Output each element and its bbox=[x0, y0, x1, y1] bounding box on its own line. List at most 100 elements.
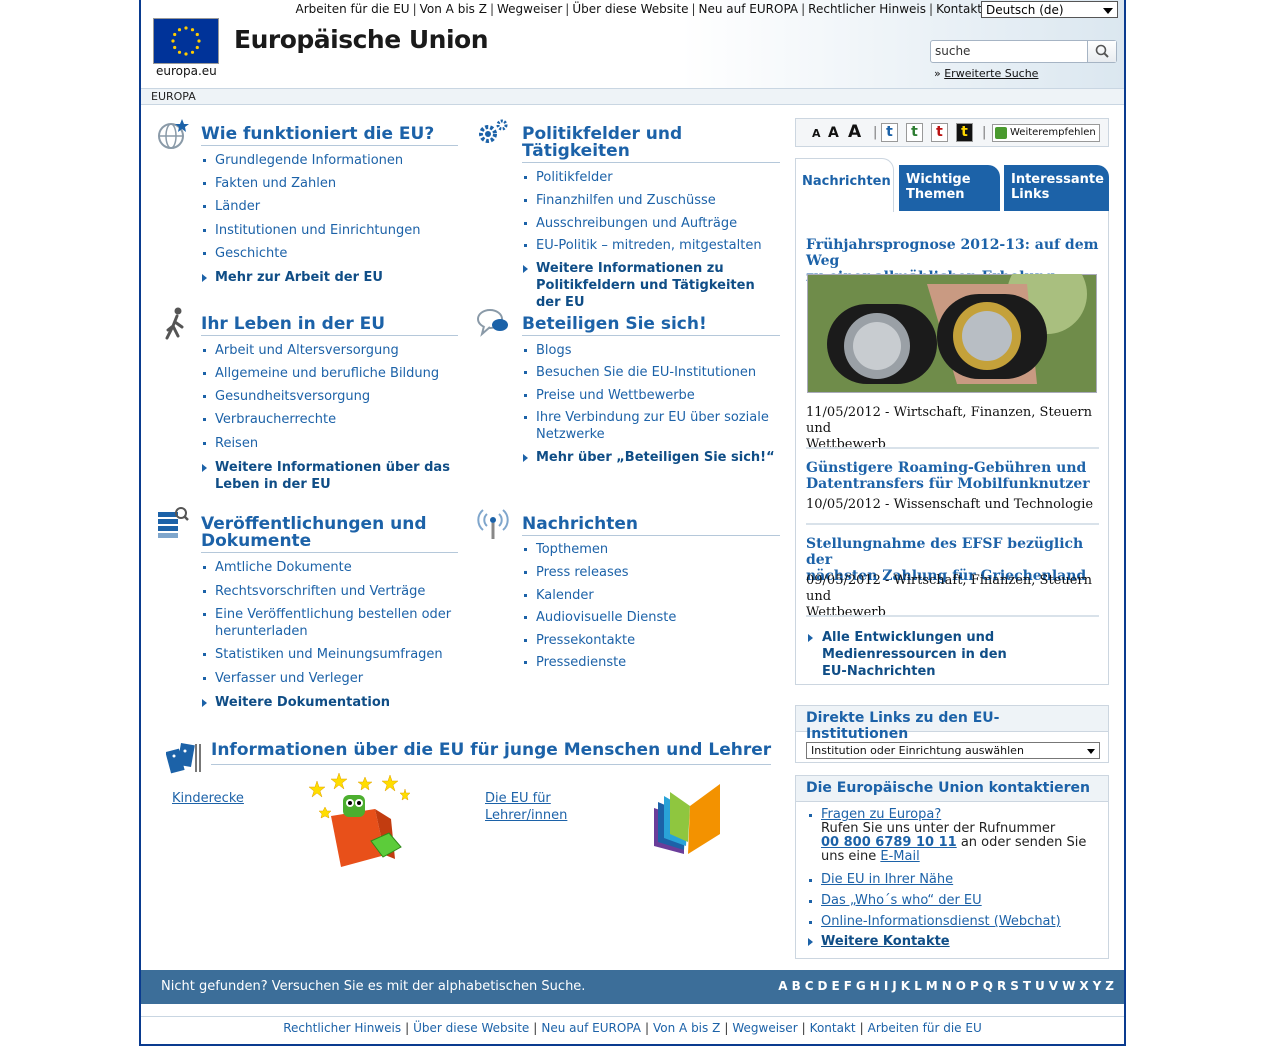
tab-interesting-links[interactable]: Interessante Links bbox=[1004, 165, 1109, 211]
section-title[interactable]: Beteiligen Sie sich! bbox=[522, 316, 780, 336]
letter-link[interactable]: W bbox=[1062, 979, 1075, 993]
list-item[interactable]: Topthemen bbox=[522, 541, 782, 558]
recommend-button[interactable]: Weiterempfehlen bbox=[992, 124, 1100, 142]
letter-link[interactable]: E bbox=[832, 979, 840, 993]
contrast-red-button[interactable]: t bbox=[931, 123, 948, 142]
letter-link[interactable]: J bbox=[892, 979, 896, 993]
letter-link[interactable]: Z bbox=[1105, 979, 1114, 993]
letter-link[interactable]: L bbox=[914, 979, 922, 993]
list-item[interactable]: Institutionen und Einrichtungen bbox=[201, 222, 458, 239]
list-item[interactable]: Fakten und Zahlen bbox=[201, 175, 458, 192]
letter-link[interactable]: H bbox=[870, 979, 880, 993]
letter-link[interactable]: R bbox=[997, 979, 1006, 993]
list-item[interactable]: Gesundheitsversorgung bbox=[201, 388, 458, 405]
list-item[interactable]: Finanzhilfen und Zuschüsse bbox=[522, 192, 782, 209]
letter-link[interactable]: K bbox=[901, 979, 910, 993]
letter-link[interactable]: C bbox=[805, 979, 814, 993]
letter-link[interactable]: T bbox=[1023, 979, 1031, 993]
email-link[interactable]: E-Mail bbox=[880, 849, 919, 864]
letter-link[interactable]: P bbox=[970, 979, 979, 993]
list-item[interactable]: Preise und Wettbewerbe bbox=[522, 387, 782, 404]
top-link[interactable]: Von A bis Z bbox=[420, 2, 487, 16]
list-item[interactable]: Verfasser und Verleger bbox=[201, 670, 458, 687]
advanced-search-link[interactable]: Erweiterte Suche bbox=[944, 67, 1038, 80]
letter-link[interactable]: U bbox=[1035, 979, 1045, 993]
kids-corner-link[interactable]: Kinderecke bbox=[172, 790, 244, 807]
footer-link[interactable]: Rechtlicher Hinweis bbox=[283, 1021, 401, 1035]
list-item[interactable]: Eine Veröffentlichung bestellen oder heru… bbox=[201, 606, 458, 640]
more-link[interactable]: Mehr zur Arbeit der EU bbox=[201, 269, 458, 286]
list-item[interactable]: Pressedienste bbox=[522, 654, 782, 671]
list-item[interactable]: Verbraucherrechte bbox=[201, 411, 458, 428]
letter-link[interactable]: B bbox=[792, 979, 801, 993]
list-item[interactable]: Rechtsvorschriften und Verträge bbox=[201, 583, 458, 600]
footer-link[interactable]: Wegweiser bbox=[732, 1021, 797, 1035]
more-link[interactable]: Weitere Informationen über das Leben in d… bbox=[201, 459, 458, 493]
font-size-medium-button[interactable]: A bbox=[828, 125, 839, 141]
letter-link[interactable]: S bbox=[1010, 979, 1019, 993]
list-item[interactable]: EU-Politik – mitreden, mitgestalten bbox=[522, 237, 782, 254]
footer-link[interactable]: Von A bis Z bbox=[653, 1021, 720, 1035]
breadcrumb[interactable]: EUROPA bbox=[141, 88, 1124, 105]
section-title[interactable]: Wie funktioniert die EU? bbox=[201, 126, 458, 146]
font-size-large-button[interactable]: A bbox=[848, 122, 861, 142]
list-item[interactable]: Amtliche Dokumente bbox=[201, 559, 458, 576]
list-item[interactable]: Arbeit und Altersversorgung bbox=[201, 342, 458, 359]
search-input[interactable] bbox=[931, 41, 1081, 61]
section-title[interactable]: Veröffentlichungen und Dokumente bbox=[201, 516, 458, 553]
contact-link[interactable]: Online-Informationsdienst (Webchat) bbox=[821, 914, 1061, 929]
footer-link[interactable]: Kontakt bbox=[810, 1021, 856, 1035]
tab-important-topics[interactable]: Wichtige Themen bbox=[899, 165, 1000, 211]
top-link[interactable]: Über diese Website bbox=[572, 2, 688, 16]
gift-box-stars-image[interactable] bbox=[305, 771, 415, 871]
teachers-link[interactable]: Die EU für Lehrer/innen bbox=[485, 790, 567, 824]
letter-link[interactable]: Q bbox=[983, 979, 993, 993]
phone-link[interactable]: 00 800 6789 10 11 bbox=[821, 835, 957, 850]
contrast-green-button[interactable]: t bbox=[906, 123, 923, 142]
top-link[interactable]: Rechtlicher Hinweis bbox=[808, 2, 926, 16]
top-link[interactable]: Arbeiten für die EU bbox=[296, 2, 410, 16]
letter-link[interactable]: A bbox=[778, 979, 787, 993]
section-title[interactable]: Nachrichten bbox=[522, 516, 780, 536]
language-select[interactable]: Deutsch (de) bbox=[981, 1, 1118, 18]
young-people-title[interactable]: Informationen über die EU für junge Mens… bbox=[211, 740, 771, 765]
open-book-image[interactable] bbox=[650, 784, 722, 856]
letter-link[interactable]: F bbox=[844, 979, 852, 993]
footer-link[interactable]: Arbeiten für die EU bbox=[868, 1021, 982, 1035]
list-item[interactable]: Politikfelder bbox=[522, 169, 782, 186]
news-image-binoculars[interactable] bbox=[807, 274, 1097, 393]
top-link[interactable]: Wegweiser bbox=[497, 2, 562, 16]
letter-link[interactable]: M bbox=[926, 979, 938, 993]
letter-link[interactable]: Y bbox=[1093, 979, 1102, 993]
letter-link[interactable]: X bbox=[1079, 979, 1088, 993]
contact-link[interactable]: Das „Who´s who“ der EU bbox=[821, 893, 982, 908]
list-item[interactable]: Blogs bbox=[522, 342, 782, 359]
list-item[interactable]: Audiovisuelle Dienste bbox=[522, 609, 782, 626]
font-size-small-button[interactable]: A bbox=[812, 127, 821, 140]
faq-link[interactable]: Fragen zu Europa? bbox=[821, 807, 941, 822]
letter-link[interactable]: D bbox=[818, 979, 828, 993]
contrast-default-button[interactable]: t bbox=[881, 123, 898, 142]
letter-link[interactable]: G bbox=[856, 979, 866, 993]
eu-flag-logo[interactable] bbox=[153, 18, 219, 64]
more-link[interactable]: Mehr über „Beteiligen Sie sich!“ bbox=[522, 449, 782, 466]
news-title[interactable]: Günstigere Roaming-Gebühren und Datentran… bbox=[806, 460, 1101, 492]
list-item[interactable]: Länder bbox=[201, 198, 458, 215]
letter-link[interactable]: I bbox=[884, 979, 888, 993]
list-item[interactable]: Besuchen Sie die EU-Institutionen bbox=[522, 364, 782, 381]
list-item[interactable]: Kalender bbox=[522, 587, 782, 604]
top-link[interactable]: Neu auf EUROPA bbox=[699, 2, 799, 16]
list-item[interactable]: Geschichte bbox=[201, 245, 458, 262]
list-item[interactable]: Ausschreibungen und Aufträge bbox=[522, 215, 782, 232]
section-title[interactable]: Ihr Leben in der EU bbox=[201, 316, 458, 336]
contact-link[interactable]: Die EU in Ihrer Nähe bbox=[821, 872, 953, 887]
search-button[interactable] bbox=[1087, 41, 1116, 62]
more-contacts-link[interactable]: Weitere Kontakte bbox=[821, 934, 950, 949]
more-link[interactable]: Weitere Dokumentation bbox=[201, 694, 458, 711]
letter-link[interactable]: O bbox=[956, 979, 966, 993]
list-item[interactable]: Press releases bbox=[522, 564, 782, 581]
top-link[interactable]: Kontakt bbox=[936, 2, 982, 16]
list-item[interactable]: Ihre Verbindung zur EU über soziale Netzw… bbox=[522, 409, 782, 443]
more-link[interactable]: Weitere Informationen zu Politikfeldern u… bbox=[522, 260, 782, 311]
list-item[interactable]: Pressekontakte bbox=[522, 632, 782, 649]
